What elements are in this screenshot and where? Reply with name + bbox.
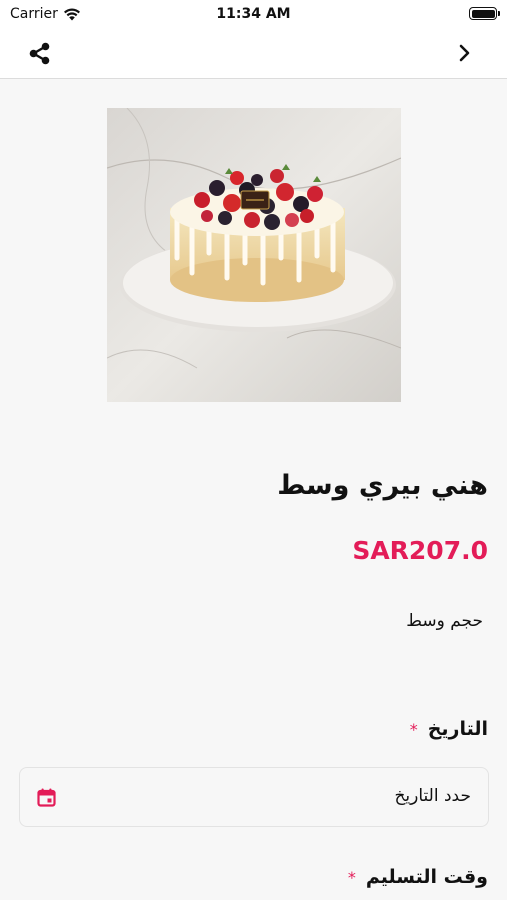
status-bar: Carrier 11:34 AM — [0, 0, 507, 28]
date-label-text: التاريخ — [427, 718, 488, 740]
product-description: حجم وسط — [406, 611, 483, 631]
chevron-right-icon — [459, 44, 470, 62]
status-time: 11:34 AM — [216, 6, 291, 22]
date-placeholder: حدد التاريخ — [394, 786, 471, 806]
required-mark: * — [347, 868, 356, 887]
required-mark: * — [409, 720, 418, 739]
product-title: هني بيري وسط — [277, 470, 488, 501]
delivery-time-label: وقت التسليم * — [348, 866, 488, 888]
share-icon — [29, 42, 50, 65]
battery-icon — [469, 7, 500, 20]
share-button[interactable] — [26, 40, 54, 68]
date-picker-field[interactable]: حدد التاريخ — [19, 767, 489, 827]
delivery-time-label-text: وقت التسليم — [365, 866, 488, 888]
back-button[interactable] — [457, 42, 473, 64]
nav-bar — [0, 28, 507, 79]
product-image — [107, 108, 401, 402]
date-label: التاريخ * — [410, 718, 488, 740]
calendar-icon — [37, 788, 56, 807]
product-price: SAR207.0 — [352, 536, 488, 565]
